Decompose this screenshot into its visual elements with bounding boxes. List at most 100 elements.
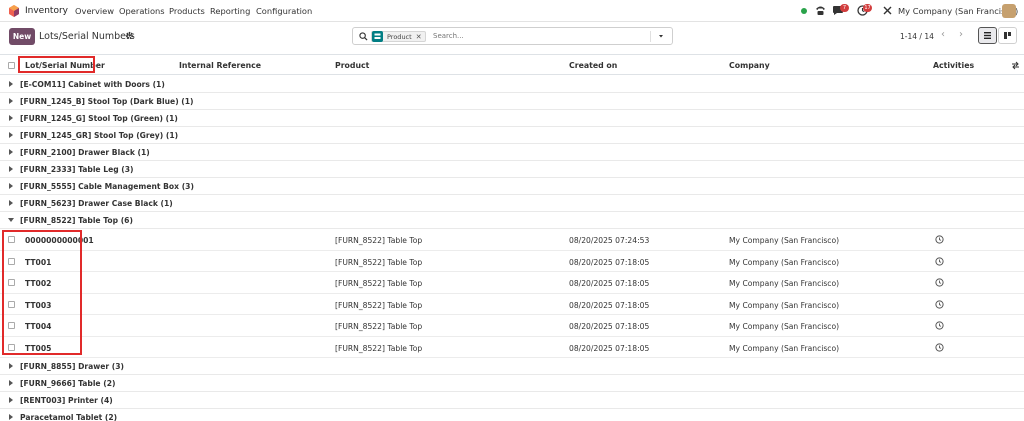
facet-label: Product [387,32,412,41]
group-row[interactable]: [FURN_9666] Table (2) [0,375,1024,392]
activity-clock-icon[interactable] [935,299,944,309]
created-cell: 08/20/2025 07:24:53 [569,236,650,245]
company-switcher[interactable]: My Company (San Francisco) [898,6,1018,16]
optional-columns-icon[interactable] [1011,61,1020,70]
group-label: [FURN_5555] Cable Management Box (3) [20,182,194,191]
activity-clock-icon[interactable] [935,342,944,352]
search-input[interactable] [433,30,643,42]
pager-next-button[interactable]: › [953,27,969,44]
top-navbar: Inventory Overview Operations Products R… [0,0,1024,22]
activity-clock-icon[interactable] [935,256,944,266]
user-avatar[interactable] [1002,4,1016,18]
group-row-open[interactable]: [FURN_8522] Table Top (6) [0,212,1024,229]
activity-clock-icon[interactable] [935,235,944,244]
group-row[interactable]: [RENT003] Printer (4) [0,392,1024,409]
caret-right-icon [9,380,13,386]
caret-right-icon [9,166,13,172]
menu-operations[interactable]: Operations [119,6,165,16]
company-cell: My Company (San Francisco) [729,236,840,245]
caret-down-icon [659,35,663,38]
created-cell: 08/20/2025 07:18:05 [569,300,650,310]
company-cell: My Company (San Francisco) [729,279,840,288]
caret-right-icon [9,81,13,87]
phone-icon[interactable] [815,4,826,16]
list-view-icon [984,32,991,39]
search-options-toggle[interactable] [650,31,670,42]
menu-reporting[interactable]: Reporting [210,6,250,16]
group-label: [E-COM11] Cabinet with Doors (1) [20,80,165,89]
group-row[interactable]: [E-COM11] Cabinet with Doors (1) [0,76,1024,93]
product-cell: [FURN_8522] Table Top [335,300,423,310]
kanban-view-icon [1004,32,1011,39]
menu-overview[interactable]: Overview [75,6,114,16]
search-bar[interactable]: Product ✕ [352,27,673,45]
group-row[interactable]: [FURN_5555] Cable Management Box (3) [0,178,1024,195]
table-row[interactable]: 0000000000001 [FURN_8522] Table Top 08/2… [0,229,1024,251]
group-label: [FURN_5623] Drawer Case Black (1) [20,199,173,208]
table-header: Lot/Serial Number Internal Reference Pro… [0,54,1024,75]
group-row[interactable]: [FURN_8855] Drawer (3) [0,358,1024,375]
group-label: [RENT003] Printer (4) [20,396,113,405]
company-cell: My Company (San Francisco) [729,343,840,353]
created-cell: 08/20/2025 07:18:05 [569,279,650,288]
group-label: [FURN_9666] Table (2) [20,379,116,388]
list-view-button[interactable] [978,27,997,44]
group-label: [FURN_8855] Drawer (3) [20,362,125,371]
column-internal-reference[interactable]: Internal Reference [179,61,261,70]
group-label: [FURN_8522] Table Top (6) [20,216,133,225]
column-activities[interactable]: Activities [933,61,974,70]
created-cell: 08/20/2025 07:18:05 [569,322,650,331]
column-product[interactable]: Product [335,61,369,70]
column-created-on[interactable]: Created on [569,61,617,70]
group-row[interactable]: [FURN_1245_G] Stool Top (Green) (1) [0,110,1024,127]
gear-icon[interactable] [125,31,134,40]
caret-right-icon [9,363,13,369]
kanban-view-button[interactable] [998,27,1017,44]
pager-value[interactable]: 1-14 / 14 [900,32,934,41]
table-row[interactable]: TT005 [FURN_8522] Table Top 08/20/2025 0… [0,337,1024,358]
group-row[interactable]: [FURN_2100] Drawer Black (1) [0,144,1024,161]
group-by-facet[interactable]: Product ✕ [371,31,426,42]
menu-products[interactable]: Products [169,6,205,16]
group-row[interactable]: [FURN_5623] Drawer Case Black (1) [0,195,1024,212]
highlight-lot-rows [2,230,82,355]
product-cell: [FURN_8522] Table Top [335,343,423,353]
search-icon[interactable] [359,32,368,41]
group-by-icon [372,31,383,42]
group-label: [FURN_2100] Drawer Black (1) [20,148,150,157]
caret-right-icon [9,149,13,155]
activities-badge: 17 [863,4,872,12]
select-all-checkbox[interactable] [8,62,15,69]
table-row[interactable]: TT003 [FURN_8522] Table Top 08/20/2025 0… [0,294,1024,315]
tools-icon[interactable] [882,4,893,16]
group-row[interactable]: [FURN_2333] Table Leg (3) [0,161,1024,178]
menu-configuration[interactable]: Configuration [256,6,312,16]
inventory-app-icon[interactable] [8,5,20,17]
column-company[interactable]: Company [729,61,770,70]
status-online-icon [801,8,807,14]
remove-facet-icon[interactable]: ✕ [416,33,425,41]
group-row[interactable]: Paracetamol Tablet (2) [0,409,1024,421]
caret-right-icon [9,414,13,420]
caret-right-icon [9,183,13,189]
activity-clock-icon[interactable] [935,278,944,287]
caret-right-icon [9,200,13,206]
caret-right-icon [9,115,13,121]
group-row[interactable]: [FURN_1245_B] Stool Top (Dark Blue) (1) [0,93,1024,110]
group-row[interactable]: [FURN_1245_GR] Stool Top (Grey) (1) [0,127,1024,144]
app-name[interactable]: Inventory [25,6,68,16]
page-title: Lots/Serial Numbers [39,31,135,42]
activity-clock-icon[interactable] [935,321,944,330]
highlight-lot-serial-header [18,56,95,73]
table-row[interactable]: TT001 [FURN_8522] Table Top 08/20/2025 0… [0,251,1024,272]
product-cell: [FURN_8522] Table Top [335,279,423,288]
created-cell: 08/20/2025 07:18:05 [569,257,650,267]
group-label: [FURN_2333] Table Leg (3) [20,165,134,174]
product-cell: [FURN_8522] Table Top [335,322,423,331]
pager-previous-button[interactable]: ‹ [935,27,951,44]
caret-right-icon [9,132,13,138]
new-button[interactable]: New [9,28,35,45]
group-label: Paracetamol Tablet (2) [20,413,118,421]
table-row[interactable]: TT002 [FURN_8522] Table Top 08/20/2025 0… [0,272,1024,294]
table-row[interactable]: TT004 [FURN_8522] Table Top 08/20/2025 0… [0,315,1024,337]
